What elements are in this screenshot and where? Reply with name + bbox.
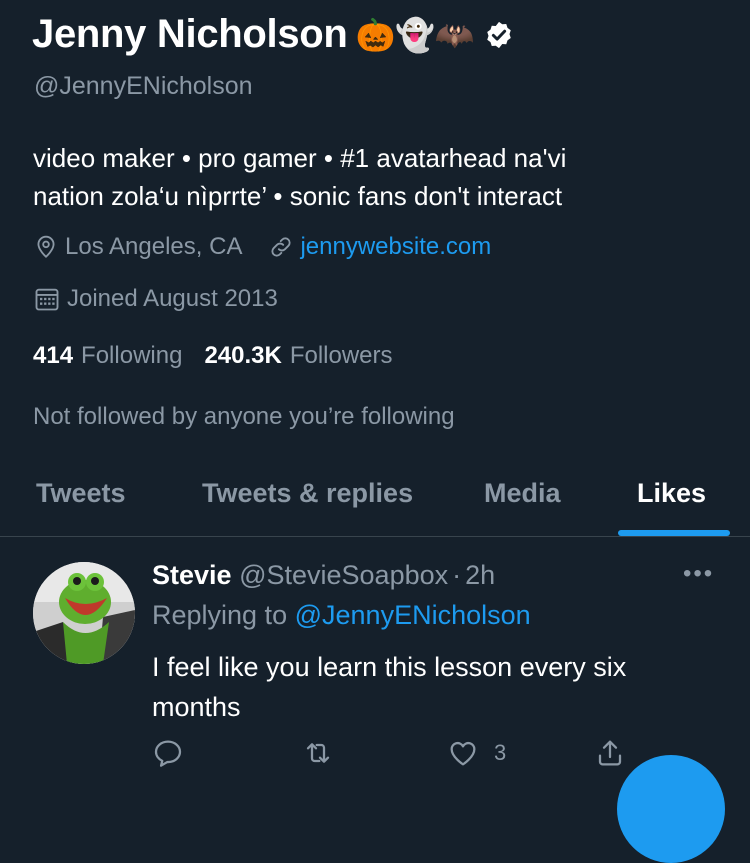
tab-media[interactable]: Media <box>484 478 561 509</box>
retweet-icon <box>306 743 330 763</box>
calendar-icon <box>35 288 59 311</box>
tweet-author-handle[interactable]: @StevieSoapbox <box>239 560 448 590</box>
reply-icon <box>154 740 182 767</box>
tab-tweets[interactable]: Tweets <box>36 478 126 509</box>
tweet-more-button[interactable]: ••• <box>683 560 714 588</box>
tweet-time[interactable]: 2h <box>465 560 495 590</box>
profile-location-row: Los Angeles, CA jennywebsite.com <box>33 233 491 261</box>
tabs-divider <box>0 536 750 537</box>
replying-to: Replying to @JennyENicholson <box>152 600 531 631</box>
profile-bio: video maker • pro gamer • #1 avatarhead … <box>33 139 713 215</box>
replying-to-label: Replying to <box>152 600 288 630</box>
replying-to-mention[interactable]: @JennyENicholson <box>295 600 531 630</box>
verified-badge-icon <box>487 21 511 48</box>
like-count: 3 <box>494 740 507 765</box>
tweet-header: Stevie @StevieSoapbox · 2h <box>152 560 495 591</box>
followers-count: 240.3K <box>204 342 282 369</box>
profile-location: Los Angeles, CA <box>65 233 243 260</box>
avatar[interactable] <box>33 562 135 664</box>
following-link[interactable]: 414 Following <box>33 342 182 370</box>
profile-handle: @JennyENicholson <box>34 72 253 100</box>
profile-website-link[interactable]: jennywebsite.com <box>300 233 491 261</box>
heart-icon <box>450 741 476 766</box>
tab-tweets-and-replies[interactable]: Tweets & replies <box>202 478 413 509</box>
profile-joined-date: Joined August 2013 <box>67 285 278 312</box>
retweet-button[interactable] <box>301 737 335 769</box>
profile-joined-row: Joined August 2013 <box>33 285 278 313</box>
profile-display-name-row: Jenny Nicholson 🎃👻🦇 <box>32 12 514 57</box>
followers-label: Followers <box>289 342 393 369</box>
avatar-image <box>33 562 135 664</box>
not-followed-notice: Not followed by anyone you’re following <box>33 403 455 430</box>
compose-tweet-button[interactable] <box>617 755 725 863</box>
tab-likes[interactable]: Likes <box>637 478 706 509</box>
location-pin-icon <box>37 235 55 258</box>
tweet-author-name[interactable]: Stevie <box>152 560 232 590</box>
follow-stats: 414 Following 240.3K Followers <box>33 342 393 370</box>
tweet-separator: · <box>452 560 462 590</box>
profile-display-name: Jenny Nicholson <box>32 12 348 56</box>
like-button[interactable]: 3 <box>446 737 506 769</box>
following-count: 414 <box>33 342 74 369</box>
followers-link[interactable]: 240.3K Followers <box>204 342 392 370</box>
link-icon <box>271 237 292 257</box>
reply-button[interactable] <box>152 737 184 769</box>
name-emojis: 🎃👻🦇 <box>355 15 475 54</box>
tweet-text: I feel like you learn this lesson every … <box>152 652 627 722</box>
bio-line-2: nation zola‘u nìprrte’ • sonic fans don'… <box>33 181 563 211</box>
share-icon <box>598 740 622 766</box>
share-button[interactable] <box>594 737 626 769</box>
following-label: Following <box>81 342 183 369</box>
bio-line-1: video maker • pro gamer • #1 avatarhead … <box>33 143 567 173</box>
